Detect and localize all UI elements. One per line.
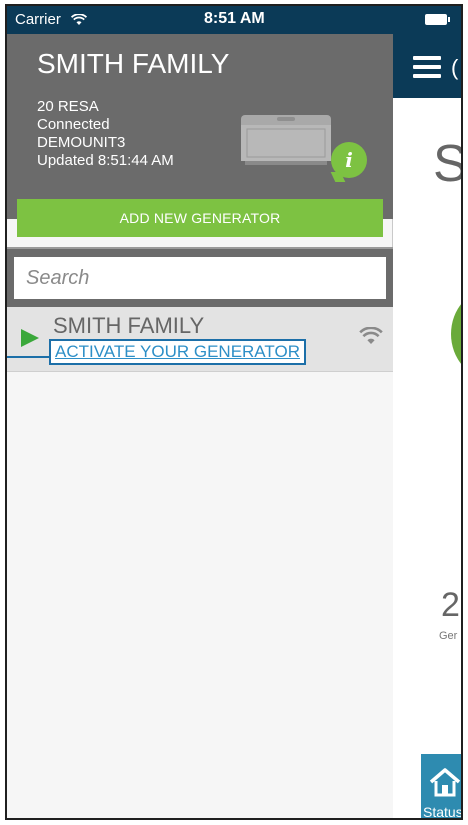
generator-updated-time: Updated 8:51:44 AM xyxy=(37,152,174,169)
background-text-fragment: Y xyxy=(461,517,463,531)
info-icon[interactable]: i xyxy=(331,142,367,178)
generator-unit-icon xyxy=(241,115,331,165)
wifi-icon xyxy=(359,327,383,344)
activate-generator-link[interactable]: ACTIVATE YOUR GENERATOR xyxy=(49,339,306,365)
background-title-fragment: S xyxy=(433,134,461,194)
status-circle xyxy=(451,289,461,379)
generator-list-item-name: SMITH FAMILY xyxy=(53,313,205,338)
app-frame: Carrier 8:51 AM ( S Y 2 Ger xyxy=(5,4,463,820)
carrier-label: Carrier xyxy=(15,11,88,28)
generator-details: 20 RESA Connected DEMOUNIT3 Updated 8:51… xyxy=(37,98,174,170)
play-icon xyxy=(21,329,39,347)
selected-generator-panel: SMITH FAMILY 20 RESA Connected DEMOUNIT3… xyxy=(7,34,393,237)
generator-list-empty-area xyxy=(7,372,393,818)
carrier-name: Carrier xyxy=(15,11,61,28)
search-bar xyxy=(7,249,393,307)
generator-unit-id: DEMOUNIT3 xyxy=(37,134,126,151)
hamburger-menu-icon[interactable] xyxy=(413,56,441,78)
status-time: 8:51 AM xyxy=(204,10,265,27)
header-clipped-glyph: ( xyxy=(451,55,459,80)
side-drawer: SMITH FAMILY 20 RESA Connected DEMOUNIT3… xyxy=(7,34,393,818)
background-header: ( xyxy=(393,34,461,98)
generator-connection-status: Connected xyxy=(37,116,110,133)
callout-line xyxy=(7,356,49,358)
tab-status[interactable]: Status xyxy=(421,754,463,820)
generator-list-item[interactable]: SMITH FAMILY ACTIVATE YOUR GENERATOR xyxy=(7,307,393,372)
add-new-generator-button[interactable]: ADD NEW GENERATOR xyxy=(17,199,383,237)
status-bar: Carrier 8:51 AM xyxy=(7,6,461,34)
home-icon xyxy=(429,768,461,797)
generator-title: SMITH FAMILY xyxy=(37,48,230,79)
tab-status-label: Status xyxy=(423,804,463,820)
background-screen: ( S Y 2 Ger Status xyxy=(393,34,463,820)
battery-icon xyxy=(425,14,450,25)
background-label-fragment: Ger xyxy=(439,630,458,642)
background-number-fragment: 2 xyxy=(441,586,460,624)
wifi-signal-icon xyxy=(71,14,88,26)
search-input[interactable] xyxy=(14,257,386,299)
generator-model: 20 RESA xyxy=(37,98,99,115)
